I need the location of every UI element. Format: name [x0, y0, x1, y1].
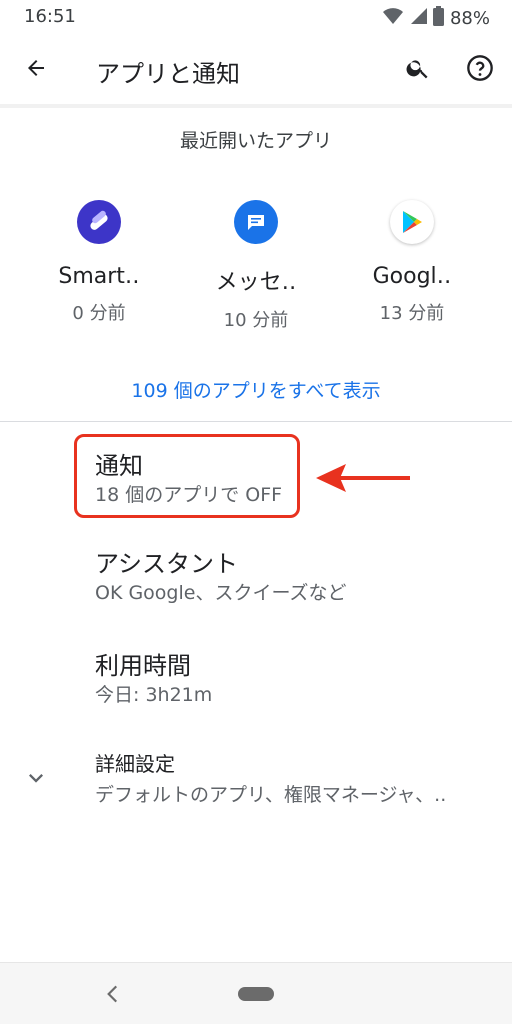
advanced-settings-item[interactable]: 詳細設定 デフォルトのアプリ、権限マネージャ、..: [0, 736, 512, 816]
section-divider: [0, 421, 512, 422]
recent-app-time: 0 分前: [72, 303, 126, 324]
recent-app-time: 10 分前: [223, 310, 289, 331]
item-subtitle: デフォルトのアプリ、権限マネージャ、..: [95, 784, 447, 806]
help-icon: [466, 54, 494, 86]
item-title: 詳細設定: [95, 752, 175, 776]
status-time: 16:51: [24, 6, 76, 27]
back-button[interactable]: [14, 48, 58, 92]
recent-app-name: メッセ‥: [215, 270, 297, 295]
item-subtitle: 今日: 3h21m: [95, 684, 213, 706]
search-button[interactable]: [396, 48, 440, 92]
smart-launcher-icon: [77, 200, 121, 244]
battery-percent: 88%: [449, 7, 490, 29]
recent-app-time: 13 分前: [379, 303, 445, 324]
recent-app-messages[interactable]: メッセ‥ 10 分前: [181, 200, 331, 332]
status-icons: 88%: [382, 6, 490, 30]
back-arrow-icon: [24, 56, 48, 84]
recent-app-name: Smart‥: [58, 264, 140, 289]
screen: 16:51 88% アプリと通知 最近開いたアプリ Smart‥ 0 分前 メッ…: [0, 0, 512, 1024]
annotation-highlight-box: [74, 434, 300, 518]
navigation-bar: [0, 962, 512, 1024]
messages-icon: [234, 200, 278, 244]
item-title: アシスタント: [95, 550, 239, 578]
annotation-arrow-icon: [312, 458, 412, 502]
signal-icon: [409, 7, 427, 29]
recent-app-smart[interactable]: Smart‥ 0 分前: [24, 200, 174, 325]
recent-app-google-play[interactable]: Googl‥ 13 分前: [337, 200, 487, 325]
recent-apps-header: 最近開いたアプリ: [179, 130, 332, 152]
nav-home-pill[interactable]: [238, 987, 274, 1001]
help-button[interactable]: [458, 48, 502, 92]
page-title: アプリと通知: [96, 60, 240, 88]
chevron-down-icon: [22, 764, 50, 796]
item-subtitle: OK Google、スクイーズなど: [95, 582, 347, 604]
item-title: 利用時間: [95, 652, 191, 680]
status-bar: 16:51 88%: [0, 0, 512, 34]
app-bar: アプリと通知: [0, 34, 512, 104]
wifi-icon: [382, 7, 403, 29]
screen-time-item[interactable]: 利用時間 今日: 3h21m: [0, 634, 512, 730]
assistant-item[interactable]: アシスタント OK Google、スクイーズなど: [0, 530, 512, 626]
search-icon: [405, 55, 431, 85]
app-bar-divider: [0, 104, 512, 108]
nav-back-icon[interactable]: [100, 981, 126, 1011]
google-play-icon: [390, 200, 434, 244]
recent-app-name: Googl‥: [372, 264, 452, 289]
battery-icon: [432, 6, 444, 30]
see-all-apps-link[interactable]: 109 個のアプリをすべて表示: [0, 376, 512, 403]
